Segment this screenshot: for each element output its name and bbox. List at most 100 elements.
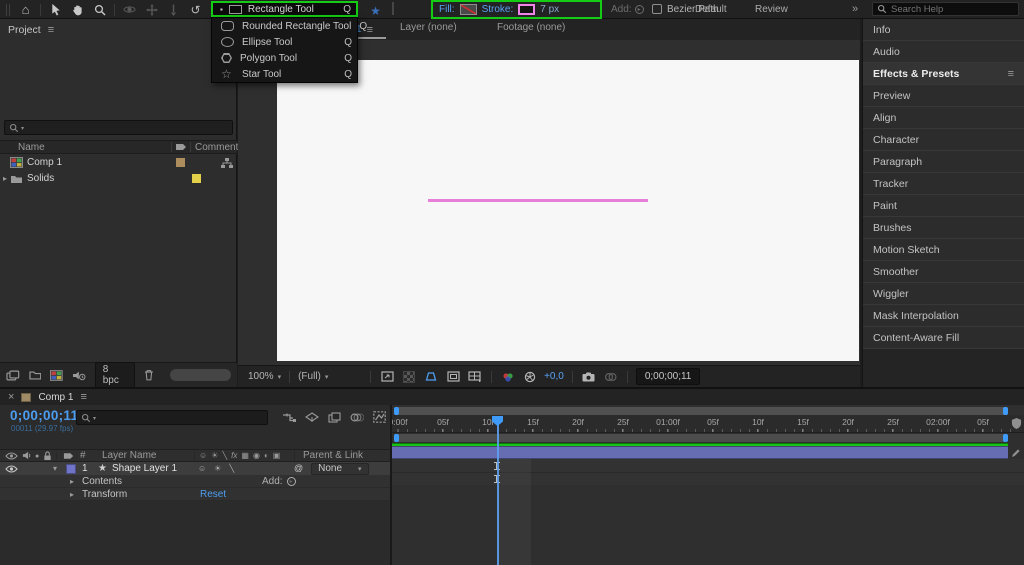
layer-name[interactable]: Shape Layer 1 (112, 463, 177, 474)
new-composition-icon[interactable] (50, 369, 64, 381)
column-comment[interactable]: Comment (191, 142, 238, 153)
search-options-chevron-icon[interactable] (93, 412, 96, 423)
bezier-path-checkbox[interactable] (652, 4, 662, 14)
label-color-swatch[interactable] (176, 158, 185, 167)
fast-previews-button[interactable] (379, 370, 395, 384)
toolbar-grip[interactable] (6, 3, 11, 16)
collapse-transformations-icon[interactable] (211, 450, 218, 461)
playhead-line[interactable] (497, 416, 499, 565)
panel-tab[interactable]: Align (863, 107, 1024, 129)
search-help-input[interactable] (891, 3, 1001, 15)
collapse-toggle[interactable] (214, 463, 221, 474)
selection-tool-button[interactable] (46, 1, 65, 18)
expand-chevron-icon[interactable] (70, 490, 82, 499)
panel-tab[interactable]: Info (863, 19, 1024, 41)
show-snapshot-button[interactable] (603, 370, 619, 384)
color-depth-button[interactable]: 8 bpc (94, 362, 135, 388)
project-panel-menu-icon[interactable] (48, 24, 54, 36)
add-property-icon[interactable] (286, 476, 296, 486)
expand-chevron-icon[interactable] (0, 174, 10, 183)
timeline-tab-label[interactable]: Comp 1 (38, 392, 73, 403)
add-circle-icon[interactable] (634, 4, 644, 14)
orbit-camera-tool-button[interactable] (120, 1, 139, 18)
search-options-chevron-icon[interactable] (21, 122, 24, 133)
motion-blur-column-icon[interactable] (253, 450, 260, 461)
panel-tab[interactable]: Character (863, 129, 1024, 151)
transparency-grid-toolbar-button[interactable] (392, 2, 394, 15)
transform-reset-link[interactable]: Reset (200, 489, 226, 500)
channel-colors-button[interactable] (500, 370, 516, 384)
exposure-reset-button[interactable] (522, 370, 538, 384)
dolly-camera-tool-button[interactable] (164, 1, 183, 18)
panel-tab[interactable]: Audio (863, 41, 1024, 63)
panel-tab[interactable]: Paragraph (863, 151, 1024, 173)
eye-icon[interactable] (5, 451, 18, 460)
column-parent-link[interactable]: Parent & Link (294, 450, 390, 461)
3d-layer-icon[interactable] (273, 450, 281, 461)
motion-blur-icon[interactable] (350, 412, 364, 423)
panel-tab[interactable]: Brushes (863, 217, 1024, 239)
navigator-end-handle[interactable] (1003, 407, 1008, 415)
panel-tab[interactable]: Paint (863, 195, 1024, 217)
region-of-interest-button[interactable] (445, 370, 461, 384)
horizontal-scrollbar[interactable] (170, 369, 231, 381)
new-folder-icon[interactable] (29, 370, 42, 380)
panel-tab[interactable]: Motion Sketch (863, 239, 1024, 261)
solo-icon[interactable] (35, 450, 39, 461)
trash-icon[interactable] (144, 369, 154, 381)
frame-blending-icon[interactable] (328, 411, 341, 423)
column-layer-name[interactable]: Layer Name (102, 450, 194, 461)
timeline-panel-menu-icon[interactable] (80, 391, 86, 403)
pan-camera-tool-button[interactable] (142, 1, 161, 18)
timeline-ruler[interactable]: 0:00f05f10f15f20f25f01:00f05f10f15f20f25… (392, 415, 1024, 433)
workspace-overflow-chevron[interactable]: » (852, 0, 858, 18)
parent-pickwhip-icon[interactable] (294, 463, 303, 474)
effects-icon[interactable] (231, 450, 237, 461)
resolution-dropdown[interactable]: (Full) (298, 371, 362, 382)
hand-tool-button[interactable] (68, 1, 87, 18)
column-number[interactable]: # (80, 450, 102, 461)
panel-tab[interactable]: Tracker (863, 173, 1024, 195)
property-row-transform[interactable]: Transform Reset (0, 488, 390, 501)
label-color-swatch[interactable] (192, 174, 201, 183)
tab-layer[interactable]: Layer (none) (400, 22, 457, 33)
snapshot-button[interactable] (581, 370, 597, 384)
panel-tab[interactable]: Preview (863, 85, 1024, 107)
graph-editor-icon[interactable] (373, 411, 386, 423)
project-item-solids[interactable]: Solids (0, 171, 237, 186)
parent-dropdown[interactable]: None (311, 462, 369, 475)
fill-swatch-none[interactable] (459, 4, 477, 15)
tool-menu-item[interactable]: Ellipse Tool Q (212, 34, 357, 50)
zoom-tool-button[interactable] (90, 1, 109, 18)
property-row-contents[interactable]: Contents Add: (0, 475, 390, 488)
timeline-search-box[interactable] (76, 410, 268, 425)
star-tool-toolbar-button[interactable] (366, 2, 385, 19)
column-label-color[interactable] (172, 143, 190, 151)
exposure-value[interactable]: +0,0 (544, 371, 564, 382)
close-icon[interactable] (8, 391, 14, 403)
layer-color-swatch[interactable] (66, 463, 76, 474)
search-help-box[interactable] (872, 2, 1019, 16)
panel-tab[interactable]: Wiggler (863, 283, 1024, 305)
magnification-dropdown[interactable]: 100% (248, 371, 281, 382)
transparency-grid-button[interactable] (401, 370, 417, 384)
tool-menu-item[interactable]: Rounded Rectangle Tool Q (212, 18, 367, 34)
layer-duration-bar[interactable] (392, 446, 1008, 459)
tool-menu-item[interactable]: Polygon Tool Q (212, 50, 357, 66)
work-area-bar[interactable] (394, 434, 1008, 442)
grid-guides-button[interactable] (467, 370, 483, 384)
tool-menu-selected-item[interactable]: Rectangle Tool Q (211, 1, 358, 17)
drawn-stroke-line[interactable] (428, 199, 648, 202)
viewer-panel-menu-icon[interactable] (367, 24, 373, 36)
quality-toggle[interactable] (229, 463, 234, 474)
work-area-start-handle[interactable] (394, 434, 399, 442)
composition-canvas[interactable] (277, 60, 859, 361)
draft-3d-icon[interactable] (305, 411, 319, 423)
expand-chevron-icon[interactable] (70, 477, 82, 486)
mini-flowchart-icon[interactable] (282, 412, 296, 423)
comp-marker-bin[interactable] (1011, 417, 1022, 430)
home-button[interactable] (16, 1, 35, 18)
workspace-tab-review[interactable]: Review (755, 0, 788, 18)
navigator-start-handle[interactable] (394, 407, 399, 415)
tool-menu-item[interactable]: Star Tool Q (212, 66, 357, 82)
